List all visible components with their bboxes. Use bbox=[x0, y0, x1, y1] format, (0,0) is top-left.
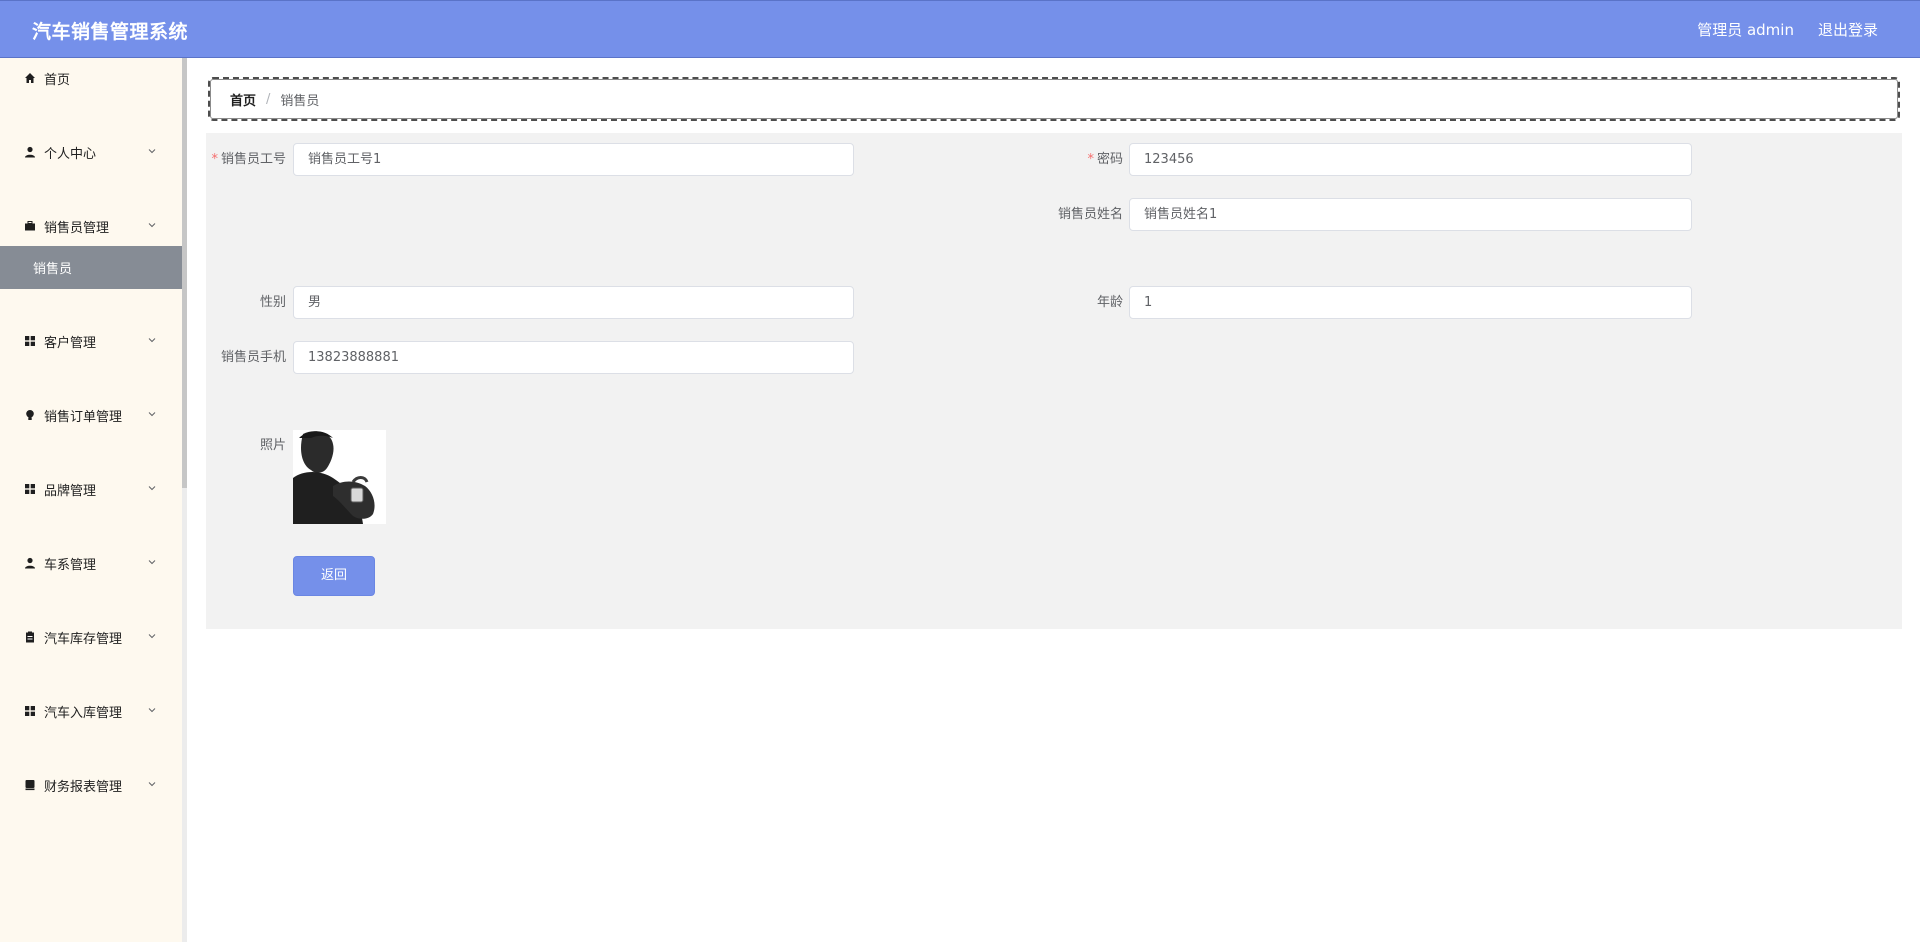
chevron-down-icon bbox=[148, 149, 156, 154]
breadcrumb-current: 销售员 bbox=[280, 93, 320, 109]
sidebar-item-finance-report-management[interactable]: 财务报表管理 bbox=[0, 770, 182, 800]
lightbulb-icon bbox=[23, 408, 37, 422]
breadcrumb: 首页 / 销售员 bbox=[208, 77, 1900, 121]
sidebar-item-label: 财务报表管理 bbox=[44, 779, 123, 795]
required-mark: * bbox=[211, 152, 218, 167]
home-icon bbox=[23, 71, 37, 85]
back-button[interactable]: 返回 bbox=[293, 556, 375, 596]
clipboard-icon bbox=[23, 630, 37, 644]
sidebar-item-label: 首页 bbox=[44, 72, 71, 88]
password-label: * 密码 bbox=[1087, 152, 1123, 167]
sidebar-item-label: 销售订单管理 bbox=[44, 409, 123, 425]
name-label: 销售员姓名 bbox=[1057, 207, 1123, 222]
sidebar-item-brand-management[interactable]: 品牌管理 bbox=[0, 474, 182, 504]
salesperson-detail-form: * 销售员工号 销售员工号1 * 密码 123456 销售员姓名 销售员姓名1 性别… bbox=[206, 133, 1902, 629]
app-title: 汽车销售管理系统 bbox=[32, 21, 189, 43]
sidebar-item-personal-center[interactable]: 个人中心 bbox=[0, 137, 182, 167]
sidebar-item-label: 汽车入库管理 bbox=[44, 705, 123, 721]
top-header: 汽车销售管理系统 管理员 admin 退出登录 bbox=[0, 0, 1920, 58]
employee-no-label: * 销售员工号 bbox=[211, 152, 286, 167]
sidebar-scrollbar-thumb[interactable] bbox=[182, 58, 187, 488]
phone-label: 销售员手机 bbox=[220, 350, 286, 365]
password-field[interactable]: 123456 bbox=[1129, 143, 1692, 176]
sidebar-item-label: 客户管理 bbox=[44, 335, 97, 351]
breadcrumb-home-link[interactable]: 首页 bbox=[230, 90, 256, 109]
breadcrumb-separator: / bbox=[266, 91, 271, 107]
chevron-down-icon bbox=[148, 782, 156, 787]
sidebar-item-salesperson-management[interactable]: 销售员管理 bbox=[0, 211, 182, 241]
chevron-down-icon bbox=[148, 634, 156, 639]
sidebar-item-home[interactable]: 首页 bbox=[0, 63, 182, 93]
sidebar-item-label: 个人中心 bbox=[44, 146, 97, 162]
sidebar-item-label: 销售员管理 bbox=[44, 220, 110, 236]
briefcase-icon bbox=[23, 219, 37, 233]
required-mark: * bbox=[1087, 152, 1094, 167]
name-field[interactable]: 销售员姓名1 bbox=[1129, 198, 1692, 231]
sidebar-item-car-inventory-management[interactable]: 汽车库存管理 bbox=[0, 622, 182, 652]
age-label: 年龄 bbox=[1096, 295, 1123, 310]
gender-label: 性别 bbox=[259, 295, 286, 310]
chevron-down-icon bbox=[148, 338, 156, 343]
salesperson-photo bbox=[293, 430, 386, 524]
photo-label: 照片 bbox=[259, 438, 286, 453]
age-field[interactable]: 1 bbox=[1129, 286, 1692, 319]
grid-icon bbox=[23, 482, 37, 496]
header-user-area: 管理员 admin 退出登录 bbox=[1697, 19, 1878, 40]
sidebar-item-label: 品牌管理 bbox=[44, 483, 97, 499]
sidebar-item-car-series-management[interactable]: 车系管理 bbox=[0, 548, 182, 578]
grid-icon bbox=[23, 334, 37, 348]
sidebar-item-label: 车系管理 bbox=[44, 557, 97, 573]
chevron-down-icon bbox=[148, 708, 156, 713]
chevron-down-icon bbox=[148, 560, 156, 565]
sidebar-subitem-salesperson[interactable]: 销售员 bbox=[0, 246, 182, 289]
sidebar-item-label: 汽车库存管理 bbox=[44, 631, 123, 647]
chevron-down-icon bbox=[148, 412, 156, 417]
chevron-up-icon bbox=[148, 223, 156, 228]
sidebar-item-sales-order-management[interactable]: 销售订单管理 bbox=[0, 400, 182, 430]
chevron-down-icon bbox=[148, 486, 156, 491]
book-icon bbox=[23, 778, 37, 792]
logout-link[interactable]: 退出登录 bbox=[1818, 19, 1878, 40]
phone-field[interactable]: 13823888881 bbox=[293, 341, 854, 374]
employee-no-field[interactable]: 销售员工号1 bbox=[293, 143, 854, 176]
admin-user-label[interactable]: 管理员 admin bbox=[1697, 19, 1794, 40]
person-icon bbox=[23, 145, 37, 159]
sidebar-item-car-stock-in-management[interactable]: 汽车入库管理 bbox=[0, 696, 182, 726]
grid-icon bbox=[23, 704, 37, 718]
sidebar-item-customer-management[interactable]: 客户管理 bbox=[0, 326, 182, 356]
person-icon bbox=[23, 556, 37, 570]
gender-field[interactable]: 男 bbox=[293, 286, 854, 319]
